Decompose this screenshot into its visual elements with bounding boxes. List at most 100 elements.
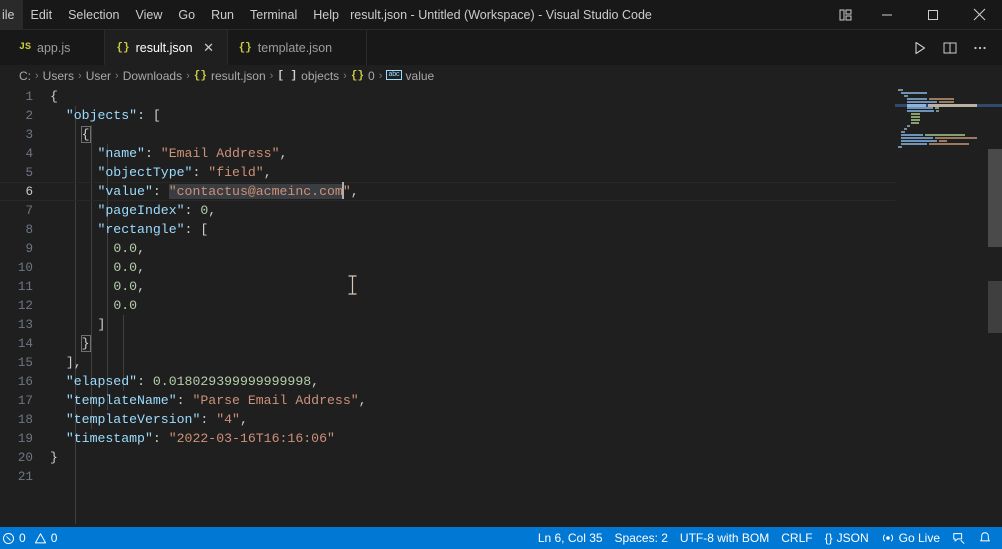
chevron-right-icon: › (379, 70, 383, 82)
json-file-icon: {} (239, 42, 252, 54)
menu-item-help[interactable]: Help (305, 0, 347, 30)
line-text: ], (50, 355, 82, 370)
code-line[interactable]: 1 { (0, 87, 895, 106)
code-line[interactable]: 15 ], (0, 353, 895, 372)
run-button[interactable] (906, 34, 934, 62)
eol-status[interactable]: CRLF (775, 527, 818, 549)
code-line[interactable]: 12 0.0 (0, 296, 895, 315)
breadcrumb-item-objects[interactable]: [ ] objects (277, 69, 339, 83)
code-line[interactable]: 13 ] (0, 315, 895, 334)
error-count: 0 (19, 531, 26, 545)
breadcrumb-item-index-0[interactable]: {} 0 (351, 69, 375, 83)
feedback-status[interactable] (946, 527, 972, 549)
cursor-position-status[interactable]: Ln 6, Col 35 (532, 527, 609, 549)
breadcrumb-item-users[interactable]: Users (43, 69, 74, 83)
breadcrumb-label: objects (301, 69, 339, 83)
code-content[interactable]: 1 { 2 "objects": [ 3 { 4 "name": "Email … (0, 87, 895, 527)
breadcrumb: C: › Users › User › Downloads › {} resul… (0, 65, 1002, 87)
problems-status[interactable]: 0 0 (0, 527, 63, 549)
feedback-icon (952, 531, 966, 545)
code-line-active[interactable]: 6 "value": "contactus@acmeinc.com", (0, 182, 895, 201)
line-number: 5 (0, 166, 50, 180)
json-file-icon: {} (116, 42, 129, 54)
code-line[interactable]: 16 "elapsed": 0.018029399999999998, (0, 372, 895, 391)
scrollbar-thumb-lower[interactable] (988, 281, 1002, 333)
title-bar: ile Edit Selection View Go Run Terminal … (0, 0, 1002, 30)
chevron-right-icon: › (35, 70, 39, 82)
line-number: 15 (0, 356, 50, 370)
code-editor[interactable]: 1 { 2 "objects": [ 3 { 4 "name": "Email … (0, 87, 1002, 527)
code-line[interactable]: 7 "pageIndex": 0, (0, 201, 895, 220)
code-line[interactable]: 14 } (0, 334, 895, 353)
line-number: 16 (0, 375, 50, 389)
code-line[interactable]: 21 (0, 467, 895, 486)
breadcrumb-item-user[interactable]: User (86, 69, 111, 83)
code-line[interactable]: 17 "templateName": "Parse Email Address"… (0, 391, 895, 410)
status-bar: 0 0 Ln 6, Col 35 Spaces: 2 UTF-8 with BO… (0, 527, 1002, 549)
menu-item-edit[interactable]: Edit (23, 0, 61, 30)
text-caret (342, 182, 344, 199)
breadcrumb-label: Users (43, 69, 74, 83)
line-text: "timestamp": "2022-03-16T16:16:06" (50, 431, 335, 446)
tab-label: template.json (258, 41, 332, 55)
window-controls (828, 0, 1002, 30)
code-line[interactable]: 18 "templateVersion": "4", (0, 410, 895, 429)
code-line[interactable]: 8 "rectangle": [ (0, 220, 895, 239)
code-line[interactable]: 19 "timestamp": "2022-03-16T16:16:06" (0, 429, 895, 448)
indentation-status[interactable]: Spaces: 2 (609, 527, 674, 549)
editor-scrollbar[interactable] (988, 87, 1002, 527)
more-actions-button[interactable] (966, 34, 994, 62)
line-number: 13 (0, 318, 50, 332)
json-file-icon: {} (194, 70, 207, 82)
tab-template-json[interactable]: {} template.json ✕ (228, 30, 368, 65)
go-live-status[interactable]: Go Live (875, 527, 946, 549)
line-number: 17 (0, 394, 50, 408)
breadcrumb-label: value (406, 69, 435, 83)
menu-item-selection[interactable]: Selection (60, 0, 127, 30)
code-line[interactable]: 9 0.0, (0, 239, 895, 258)
customize-layout-icon[interactable] (828, 0, 864, 30)
code-line[interactable]: 10 0.0, (0, 258, 895, 277)
code-line[interactable]: 3 { (0, 125, 895, 144)
breadcrumb-item-downloads[interactable]: Downloads (123, 69, 182, 83)
tab-app-js[interactable]: JS app.js ✕ (0, 30, 105, 65)
line-number: 20 (0, 451, 50, 465)
breadcrumb-item-drive[interactable]: C: (19, 69, 31, 83)
javascript-file-icon: JS (19, 42, 31, 53)
close-button[interactable] (956, 0, 1002, 30)
menu-item-terminal[interactable]: Terminal (242, 0, 305, 30)
menu-item-view[interactable]: View (128, 0, 171, 30)
menu-item-run[interactable]: Run (203, 0, 242, 30)
breadcrumb-item-value[interactable]: abc value (386, 69, 434, 83)
encoding-status[interactable]: UTF-8 with BOM (674, 527, 775, 549)
menu-item-go[interactable]: Go (170, 0, 203, 30)
line-text: "templateName": "Parse Email Address", (50, 393, 367, 408)
minimize-button[interactable] (864, 0, 910, 30)
minimap[interactable] (895, 87, 1002, 527)
code-line[interactable]: 11 0.0, (0, 277, 895, 296)
code-line[interactable]: 4 "name": "Email Address", (0, 144, 895, 163)
code-line[interactable]: 2 "objects": [ (0, 106, 895, 125)
menu-item-file[interactable]: ile (0, 0, 23, 30)
line-number: 9 (0, 242, 50, 256)
code-line[interactable]: 20 } (0, 448, 895, 467)
json-brace-icon: {} (825, 531, 833, 545)
line-text: "rectangle": [ (50, 222, 208, 237)
code-line[interactable]: 5 "objectType": "field", (0, 163, 895, 182)
language-label: JSON (837, 531, 869, 545)
breadcrumb-label: C: (19, 69, 31, 83)
line-number: 11 (0, 280, 50, 294)
notifications-status[interactable] (972, 527, 1002, 549)
tab-result-json[interactable]: {} result.json ✕ (105, 30, 227, 65)
split-editor-button[interactable] (936, 34, 964, 62)
editor-tab-bar: JS app.js ✕ {} result.json ✕ {} template… (0, 30, 1002, 65)
scrollbar-thumb[interactable] (988, 149, 1002, 247)
maximize-button[interactable] (910, 0, 956, 30)
warning-count: 0 (51, 531, 58, 545)
line-number: 21 (0, 470, 50, 484)
close-icon[interactable]: ✕ (201, 40, 217, 56)
line-text: "objects": [ (50, 108, 161, 123)
language-mode-status[interactable]: {} JSON (819, 527, 875, 549)
line-text: ] (50, 317, 105, 332)
breadcrumb-item-file[interactable]: {} result.json (194, 69, 266, 83)
